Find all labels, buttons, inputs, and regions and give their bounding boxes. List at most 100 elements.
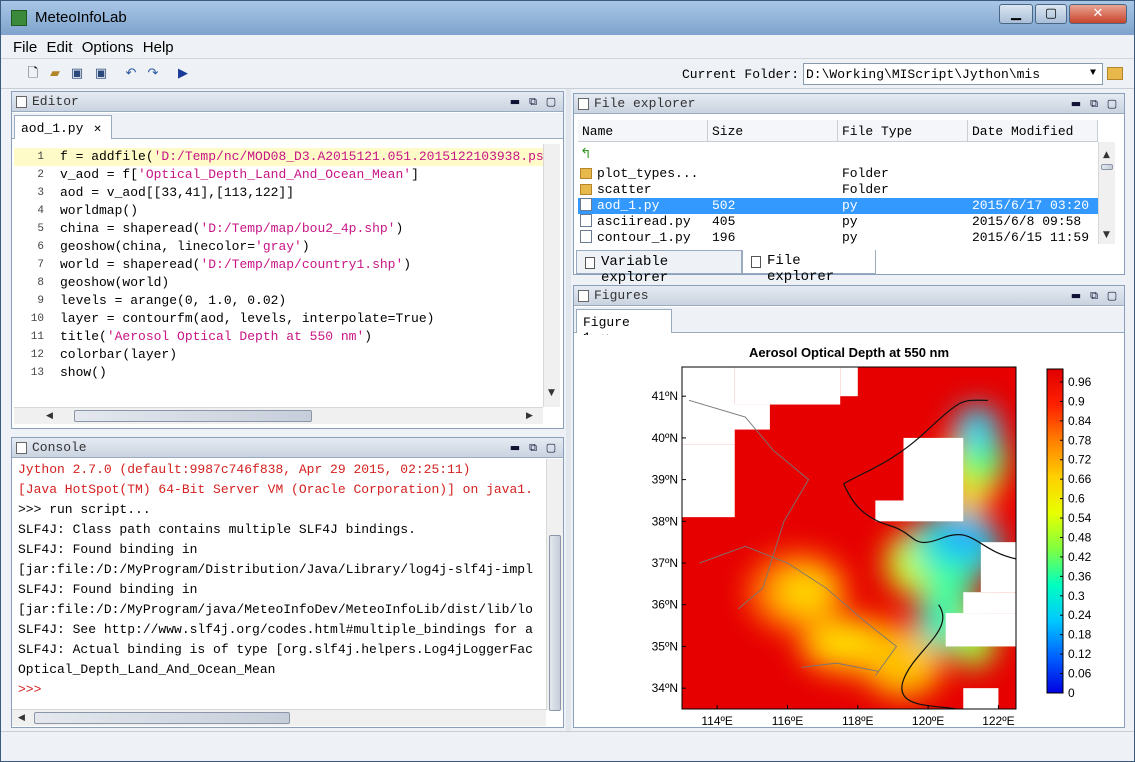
- cell-type: py: [842, 198, 858, 213]
- status-bar: [1, 731, 1134, 761]
- console-vertical-scrollbar[interactable]: [546, 459, 563, 711]
- tab-variable-explorer[interactable]: Variable explorer: [576, 250, 742, 286]
- panel-minimize-icon[interactable]: ▬: [507, 94, 523, 109]
- run-icon[interactable]: ▶: [175, 66, 191, 82]
- line-number: 6: [37, 241, 44, 253]
- code-line[interactable]: 7 world = shaperead('D:/Temp/map/country1…: [14, 256, 560, 274]
- current-folder-select[interactable]: D:\Working\MIScript\Jython\mis ▼: [803, 63, 1103, 85]
- scroll-up-icon[interactable]: ▲: [1103, 150, 1110, 160]
- code-line[interactable]: 12 colorbar(layer): [14, 346, 560, 364]
- code-line[interactable]: 6 geoshow(china, linecolor='gray'): [14, 238, 560, 256]
- cell-name: aod_1.py: [580, 198, 659, 213]
- menu-edit[interactable]: Edit: [47, 35, 79, 56]
- code-line[interactable]: 11 title('Aerosol Optical Depth at 550 nm…: [14, 328, 560, 346]
- console-scroll-thumb[interactable]: [549, 535, 561, 711]
- code-line[interactable]: 10 layer = contourfm(aod, levels, interpo…: [14, 310, 560, 328]
- cell-size: 502: [712, 198, 735, 213]
- scroll-left-icon[interactable]: ◀: [46, 411, 53, 421]
- panel-minimize-icon[interactable]: ▬: [507, 440, 523, 455]
- panel-float-icon[interactable]: ⧉: [525, 440, 541, 455]
- console-scroll-thumb-h[interactable]: [34, 712, 290, 724]
- code-line[interactable]: 2 v_aod = f['Optical_Depth_Land_And_Ocean…: [14, 166, 560, 184]
- tab-label: aod_1.py: [21, 121, 84, 136]
- code-line[interactable]: 9 levels = arange(0, 1.0, 0.02): [14, 292, 560, 310]
- scroll-left-icon[interactable]: ◀: [18, 713, 25, 723]
- splitter[interactable]: [566, 89, 571, 731]
- file-row[interactable]: asciiread.py 405 py 2015/6/8 09:58: [578, 214, 1098, 230]
- console-horizontal-scrollbar[interactable]: ◀: [12, 709, 546, 726]
- column-header-name[interactable]: Name: [578, 120, 708, 142]
- file-scroll-thumb[interactable]: [1101, 164, 1113, 170]
- console-output[interactable]: Jython 2.7.0 (default:9987c746f838, Apr …: [18, 460, 542, 706]
- cell-text: py: [842, 230, 858, 244]
- new-file-icon[interactable]: 🗋: [25, 66, 41, 82]
- editor-vertical-scrollbar[interactable]: ▼: [543, 144, 560, 407]
- no-data-cell: [963, 592, 1016, 614]
- panel-maximize-icon[interactable]: ▢: [543, 440, 559, 455]
- file-vertical-scrollbar[interactable]: ▲ ▼: [1098, 142, 1115, 244]
- code-line[interactable]: 5 china = shaperead('D:/Temp/map/bou2_4p.…: [14, 220, 560, 238]
- scroll-down-icon[interactable]: ▼: [548, 388, 555, 398]
- file-row[interactable]: contour_1.py 196 py 2015/6/15 11:59: [578, 230, 1098, 244]
- colorbar-tick-label: 0.96: [1068, 375, 1092, 389]
- tab-file-explorer[interactable]: File explorer: [742, 250, 876, 285]
- editor-tabs: aod_1.py ✕: [12, 113, 563, 139]
- column-header-size[interactable]: Size: [708, 120, 838, 142]
- maximize-button[interactable]: ▢: [1035, 4, 1067, 24]
- close-button[interactable]: ✕: [1069, 4, 1127, 24]
- minimize-button[interactable]: ▁: [999, 4, 1033, 24]
- panel-float-icon[interactable]: ⧉: [525, 94, 541, 109]
- y-tick-label: 38ºN: [652, 514, 678, 528]
- tab-figure-1[interactable]: Figure 1✕: [576, 309, 672, 345]
- tab-aod-1[interactable]: aod_1.py ✕: [14, 115, 112, 139]
- menu-options[interactable]: Options: [82, 35, 140, 56]
- file-row[interactable]: scatter Folder: [578, 182, 1098, 198]
- y-tick-label: 40ºN: [652, 431, 678, 445]
- cell-name: scatter: [580, 182, 652, 197]
- save-icon[interactable]: ▣: [69, 66, 85, 82]
- code-area[interactable]: 1 f = addfile('D:/Temp/nc/MOD08_D3.A20151…: [14, 144, 560, 424]
- menu-help[interactable]: Help: [143, 35, 180, 56]
- redo-icon[interactable]: ↷: [145, 66, 161, 82]
- file-row[interactable]: aod_1.py 502 py 2015/6/17 03:20: [578, 198, 1098, 214]
- no-data-cell: [903, 437, 964, 522]
- panel-minimize-icon[interactable]: ▬: [1068, 96, 1084, 111]
- panel-maximize-icon[interactable]: ▢: [1104, 96, 1120, 111]
- console-line: SLF4J: Actual binding is of type [org.sl…: [18, 642, 533, 657]
- code-line[interactable]: 4 worldmap(): [14, 202, 560, 220]
- editor-scroll-thumb[interactable]: [74, 410, 312, 422]
- code-text: layer = contourfm(aod, levels, interpola…: [60, 311, 434, 326]
- panel-minimize-icon[interactable]: ▬: [1068, 288, 1084, 303]
- editor-horizontal-scrollbar[interactable]: ◀ ▶: [14, 407, 543, 424]
- code-editor[interactable]: 1 f = addfile('D:/Temp/nc/MOD08_D3.A20151…: [14, 144, 560, 424]
- menu-file[interactable]: File: [1, 35, 43, 56]
- code-line[interactable]: 13 show(): [14, 364, 560, 382]
- browse-folder-icon[interactable]: [1107, 67, 1123, 80]
- go-up-icon[interactable]: ↰: [580, 146, 592, 162]
- close-tab-icon[interactable]: ✕: [93, 124, 101, 135]
- column-header-date[interactable]: Date Modified: [968, 120, 1098, 142]
- code-line[interactable]: 3 aod = v_aod[[33,41],[113,122]]: [14, 184, 560, 202]
- figure-canvas[interactable]: Aerosol Optical Depth at 550 nm 41ºN 40ºN 3…: [575, 335, 1123, 727]
- folder-icon: [580, 184, 592, 195]
- undo-icon[interactable]: ↶: [123, 66, 139, 82]
- scroll-down-icon[interactable]: ▼: [1103, 230, 1110, 240]
- code-line[interactable]: 8 geoshow(world): [14, 274, 560, 292]
- cell-text: py: [842, 214, 858, 229]
- open-folder-icon[interactable]: ▰: [47, 66, 63, 82]
- no-data-cell: [734, 367, 841, 405]
- code-text: world = shaperead('D:/Temp/map/country1.…: [60, 257, 411, 272]
- panel-maximize-icon[interactable]: ▢: [1104, 288, 1120, 303]
- column-header-type[interactable]: File Type: [838, 120, 968, 142]
- panel-float-icon[interactable]: ⧉: [1086, 96, 1102, 111]
- file-row[interactable]: plot_types... Folder: [578, 166, 1098, 182]
- cell-text: scatter: [597, 182, 652, 197]
- chevron-down-icon[interactable]: ▼: [1084, 64, 1102, 84]
- cell-text: 2015/6/15 11:59: [972, 230, 1090, 244]
- colorbar-tick-label: 0.48: [1068, 530, 1092, 544]
- code-line[interactable]: 1 f = addfile('D:/Temp/nc/MOD08_D3.A20151…: [14, 148, 560, 166]
- scroll-right-icon[interactable]: ▶: [526, 411, 533, 421]
- save-all-icon[interactable]: ▣: [93, 66, 109, 82]
- panel-maximize-icon[interactable]: ▢: [543, 94, 559, 109]
- panel-float-icon[interactable]: ⧉: [1086, 288, 1102, 303]
